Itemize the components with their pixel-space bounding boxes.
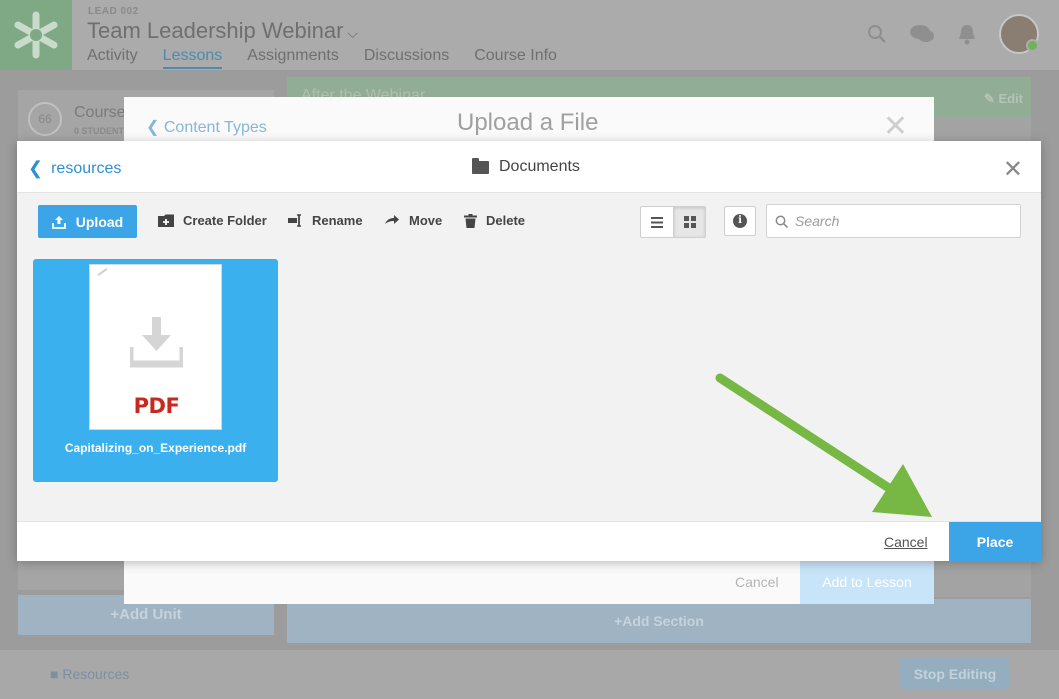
chevron-left-icon: ❮ — [146, 119, 160, 136]
documents-footer: Cancel Place — [17, 521, 1041, 562]
resources-back-link[interactable]: ❮ resources — [28, 158, 121, 179]
pdf-type-label: PDF — [133, 394, 180, 418]
folder-plus-icon — [158, 214, 174, 227]
logo-icon — [14, 11, 58, 59]
rename-label: Rename — [312, 213, 363, 228]
file-toolbar: Upload Create Folder Rename Move Delete … — [17, 193, 1041, 249]
folder-icon: ■ — [50, 666, 59, 682]
rename-icon — [288, 214, 301, 227]
create-folder-button[interactable]: Create Folder — [158, 213, 267, 228]
resources-link[interactable]: ■ Resources — [50, 666, 129, 682]
edit-label: Edit — [998, 91, 1023, 106]
search-icon[interactable] — [867, 24, 887, 44]
documents-modal: ❮ resources Documents ✕ Upload Create Fo… — [17, 141, 1041, 562]
move-arrow-icon — [385, 215, 399, 224]
add-section-button[interactable]: +Add Section — [287, 599, 1031, 643]
page-fold — [97, 268, 108, 276]
place-button[interactable]: Place — [949, 522, 1041, 562]
tab-activity[interactable]: Activity — [87, 47, 138, 69]
info-icon: i — [733, 214, 747, 228]
course-label: Course — [74, 104, 126, 121]
file-tile[interactable]: PDF Capitalizing_on_Experience.pdf — [33, 259, 278, 482]
content-types-back-link[interactable]: ❮ Content Types — [146, 117, 267, 137]
chevron-left-icon: ❮ — [28, 158, 44, 178]
course-code: LEAD 002 — [88, 6, 139, 17]
documents-title-text: Documents — [499, 158, 580, 175]
avatar[interactable] — [999, 14, 1039, 54]
pencil-icon: ✎ — [983, 91, 995, 106]
stop-editing-button[interactable]: Stop Editing — [900, 658, 1010, 690]
file-grid: PDF Capitalizing_on_Experience.pdf — [17, 249, 1041, 521]
bell-icon[interactable] — [957, 23, 977, 45]
delete-label: Delete — [486, 213, 526, 228]
view-toggle — [640, 206, 706, 238]
upload-label: Upload — [75, 213, 124, 230]
move-label: Move — [409, 213, 443, 228]
delete-button[interactable]: Delete — [464, 213, 525, 228]
upload-button[interactable]: Upload — [38, 205, 137, 238]
upload-cancel-button[interactable]: Cancel — [735, 574, 779, 590]
top-bar: LEAD 002 Team Leadership Webinar ⌵ Activi… — [0, 0, 1059, 70]
search-input[interactable] — [795, 213, 1005, 229]
trash-icon — [464, 213, 477, 228]
chevron-down-icon: ⌵ — [347, 25, 359, 41]
resources-back-label: resources — [51, 159, 122, 177]
course-title-text: Team Leadership Webinar — [87, 18, 344, 43]
content-types-label: Content Types — [163, 119, 267, 136]
course-nav: Activity Lessons Assignments Discussions… — [87, 47, 557, 69]
file-name: Capitalizing_on_Experience.pdf — [64, 441, 247, 455]
close-icon[interactable]: ✕ — [1003, 155, 1023, 184]
list-view-button[interactable] — [641, 207, 673, 237]
add-to-lesson-button[interactable]: Add to Lesson — [800, 560, 934, 604]
search-box — [766, 204, 1021, 238]
tab-lessons[interactable]: Lessons — [162, 47, 223, 69]
resources-label: Resources — [62, 666, 130, 682]
upload-icon — [51, 215, 66, 229]
tab-discussions[interactable]: Discussions — [364, 47, 449, 69]
move-button[interactable]: Move — [384, 213, 442, 228]
app-logo[interactable] — [0, 0, 72, 70]
create-folder-label: Create Folder — [183, 213, 267, 228]
tab-course-info[interactable]: Course Info — [474, 47, 557, 69]
grid-icon — [683, 216, 696, 228]
file-thumbnail: PDF — [89, 264, 222, 430]
grid-view-button[interactable] — [673, 207, 705, 237]
list-icon — [651, 216, 663, 228]
top-icons — [867, 14, 1039, 54]
documents-header: ❮ resources Documents ✕ — [17, 141, 1041, 193]
documents-title: Documents — [472, 157, 580, 176]
cancel-button[interactable]: Cancel — [884, 534, 928, 550]
course-title[interactable]: Team Leadership Webinar ⌵ — [87, 18, 358, 44]
search-icon — [775, 215, 788, 228]
folder-icon — [472, 157, 489, 174]
course-badge: 66 — [28, 102, 62, 136]
students-count: 0 STUDENTS — [74, 126, 131, 136]
chat-icon[interactable] — [909, 23, 935, 45]
rename-button[interactable]: Rename — [288, 213, 363, 228]
info-button[interactable]: i — [724, 206, 756, 236]
edit-section-button[interactable]: ✎ Edit — [984, 91, 1023, 107]
upload-modal-title: Upload a File — [457, 109, 599, 136]
download-icon — [130, 317, 183, 368]
close-icon[interactable]: ✕ — [883, 109, 908, 144]
tab-assignments[interactable]: Assignments — [247, 47, 339, 69]
